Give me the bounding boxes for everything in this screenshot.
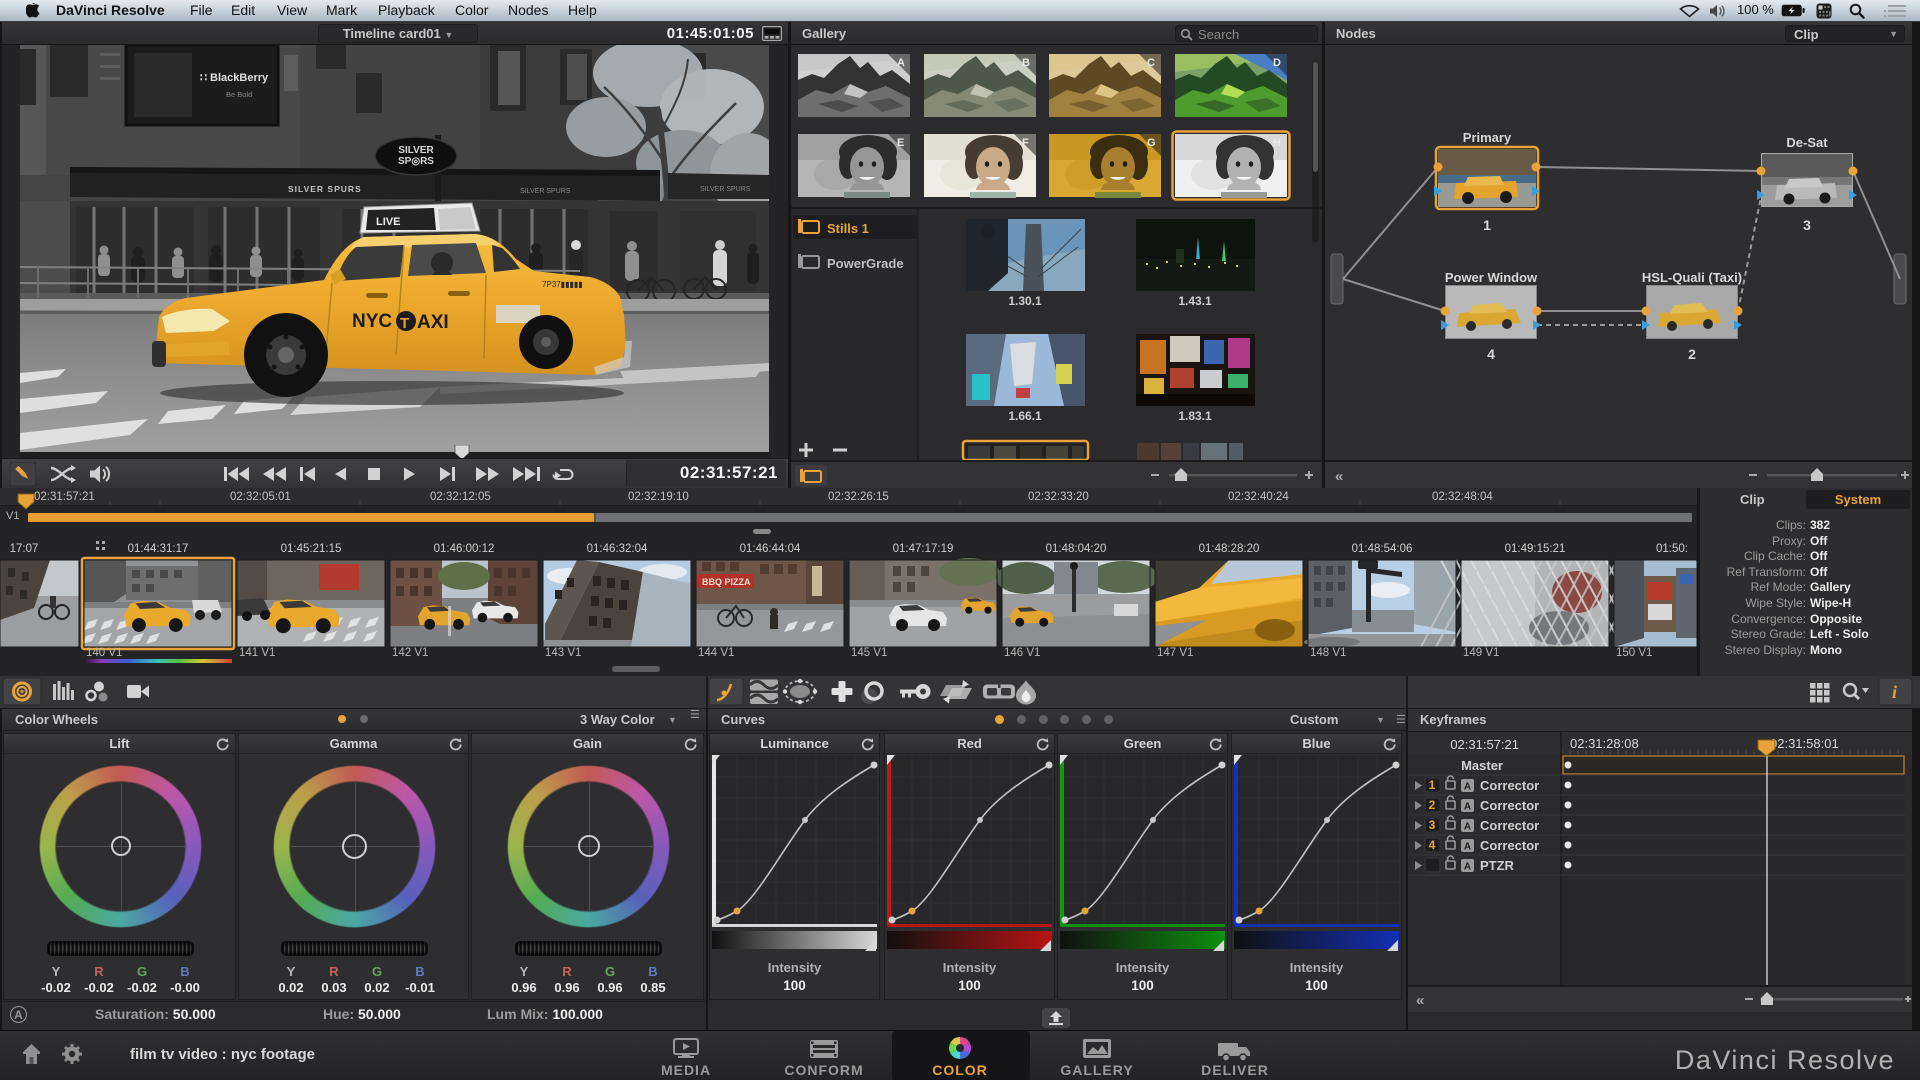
svg-text:02:32:19:10: 02:32:19:10 [628, 491, 689, 503]
svg-text:Master: Master [1461, 758, 1503, 773]
svg-text:DaVinci Resolve: DaVinci Resolve [1675, 1045, 1895, 1075]
svg-text:PowerGrade: PowerGrade [827, 256, 904, 271]
svg-text:02:32:33:20: 02:32:33:20 [1028, 491, 1089, 503]
svg-text:DELIVER: DELIVER [1201, 1062, 1269, 1078]
svg-text:AXI: AXI [417, 312, 449, 333]
svg-text:4: 4 [1487, 346, 1495, 362]
svg-text:02:32:05:01: 02:32:05:01 [230, 491, 291, 503]
svg-text:B: B [1022, 57, 1030, 69]
svg-text:LIVE: LIVE [376, 216, 400, 228]
svg-text:01:48:04:20: 01:48:04:20 [1046, 543, 1107, 555]
svg-text:T: T [400, 315, 409, 332]
svg-text:142 V1: 142 V1 [392, 647, 428, 659]
svg-text:4: 4 [1429, 838, 1436, 852]
svg-text:A: A [1464, 782, 1471, 793]
svg-text:CONFORM: CONFORM [784, 1062, 863, 1078]
svg-text:D: D [1273, 57, 1281, 69]
svg-text:02:32:12:05: 02:32:12:05 [430, 491, 491, 503]
svg-text:SILVER SPURS: SILVER SPURS [288, 184, 362, 194]
svg-text:G: G [1147, 137, 1156, 149]
svg-text:E: E [897, 137, 904, 149]
svg-text:PTZR: PTZR [1480, 858, 1515, 873]
svg-text:«: « [1335, 468, 1343, 485]
svg-text:COLOR: COLOR [932, 1062, 988, 1078]
svg-text:01:50:: 01:50: [1656, 543, 1688, 555]
svg-text:Power Window: Power Window [1445, 270, 1538, 285]
svg-text:145 V1: 145 V1 [851, 647, 887, 659]
svg-text:SILVER: SILVER [398, 145, 434, 156]
svg-text:147 V1: 147 V1 [1157, 647, 1193, 659]
svg-text:1.43.1: 1.43.1 [1178, 294, 1212, 308]
svg-text:Primary: Primary [1463, 130, 1512, 145]
svg-text:140 V1: 140 V1 [86, 647, 122, 659]
svg-text:Corrector: Corrector [1480, 778, 1539, 793]
svg-text:film tv video : nyc footage: film tv video : nyc footage [130, 1046, 315, 1063]
svg-text:1.66.1: 1.66.1 [1008, 409, 1042, 423]
svg-text:C: C [1147, 57, 1155, 69]
svg-text:SILVER SPURS: SILVER SPURS [520, 188, 571, 195]
svg-text:NYC: NYC [352, 311, 392, 332]
svg-text:GALLERY: GALLERY [1060, 1062, 1133, 1078]
svg-text:02:31:58:01: 02:31:58:01 [1770, 736, 1839, 751]
svg-text:De-Sat: De-Sat [1786, 135, 1828, 150]
svg-text:A: A [897, 57, 905, 69]
svg-text:2: 2 [1688, 346, 1696, 362]
svg-text:Stills 1: Stills 1 [827, 221, 869, 236]
svg-text:02:32:48:04: 02:32:48:04 [1432, 491, 1493, 503]
svg-text:02:31:28:08: 02:31:28:08 [1570, 736, 1639, 751]
svg-text:Keyframes: Keyframes [1420, 712, 1487, 727]
svg-text:146 V1: 146 V1 [1004, 647, 1040, 659]
svg-text:01:44:31:17: 01:44:31:17 [128, 543, 189, 555]
svg-text:Corrector: Corrector [1480, 798, 1539, 813]
svg-text:1.83.1: 1.83.1 [1178, 409, 1212, 423]
svg-text:150 V1: 150 V1 [1616, 647, 1652, 659]
svg-text:HSL-Quali (Taxi): HSL-Quali (Taxi) [1642, 270, 1742, 285]
svg-text:A: A [1464, 822, 1471, 833]
svg-text:«: « [1416, 992, 1424, 1009]
svg-text:A: A [1464, 842, 1471, 853]
svg-text:01:47:17:19: 01:47:17:19 [893, 543, 954, 555]
svg-text:Corrector: Corrector [1480, 818, 1539, 833]
svg-text:01:46:00:12: 01:46:00:12 [434, 543, 495, 555]
svg-text:01:45:21:15: 01:45:21:15 [281, 543, 342, 555]
svg-text:143 V1: 143 V1 [545, 647, 581, 659]
svg-text:H: H [1273, 137, 1281, 149]
svg-text:Corrector: Corrector [1480, 838, 1539, 853]
svg-text:141 V1: 141 V1 [239, 647, 275, 659]
svg-text:01:46:32:04: 01:46:32:04 [587, 543, 648, 555]
svg-text:SP◎RS: SP◎RS [398, 156, 434, 167]
svg-text:02:31:57:21: 02:31:57:21 [34, 491, 95, 503]
svg-text:1.30.1: 1.30.1 [1008, 294, 1042, 308]
svg-text:MEDIA: MEDIA [661, 1062, 711, 1078]
svg-text:∷ BlackBerry: ∷ BlackBerry [200, 72, 269, 84]
svg-text:A: A [1464, 802, 1471, 813]
svg-text:02:32:40:24: 02:32:40:24 [1228, 491, 1289, 503]
svg-text:149 V1: 149 V1 [1463, 647, 1499, 659]
svg-text:Be Bold: Be Bold [226, 90, 252, 99]
svg-text:01:48:28:20: 01:48:28:20 [1199, 543, 1260, 555]
svg-text:A: A [1464, 862, 1471, 873]
svg-text:01:46:44:04: 01:46:44:04 [740, 543, 801, 555]
svg-text:148 V1: 148 V1 [1310, 647, 1346, 659]
svg-text:17:07: 17:07 [10, 543, 39, 555]
svg-text:F: F [1022, 137, 1029, 149]
svg-text:i: i [1892, 682, 1897, 702]
svg-text:3: 3 [1429, 818, 1436, 832]
svg-text:V1: V1 [6, 510, 19, 522]
svg-text:SILVER SPURS: SILVER SPURS [700, 186, 751, 193]
svg-text:02:32:26:15: 02:32:26:15 [828, 491, 889, 503]
svg-text:3: 3 [1803, 217, 1811, 233]
svg-text:2: 2 [1429, 798, 1436, 812]
svg-text:144 V1: 144 V1 [698, 647, 734, 659]
svg-text:1: 1 [1483, 217, 1491, 233]
svg-text:7P37▮▮▮▮▮: 7P37▮▮▮▮▮ [542, 280, 583, 289]
svg-text:BBQ PIZZA: BBQ PIZZA [702, 577, 751, 587]
svg-text:02:31:57:21: 02:31:57:21 [1450, 737, 1519, 752]
svg-text:01:48:54:06: 01:48:54:06 [1352, 543, 1413, 555]
svg-text:1: 1 [1429, 778, 1436, 792]
svg-text:01:49:15:21: 01:49:15:21 [1505, 543, 1566, 555]
